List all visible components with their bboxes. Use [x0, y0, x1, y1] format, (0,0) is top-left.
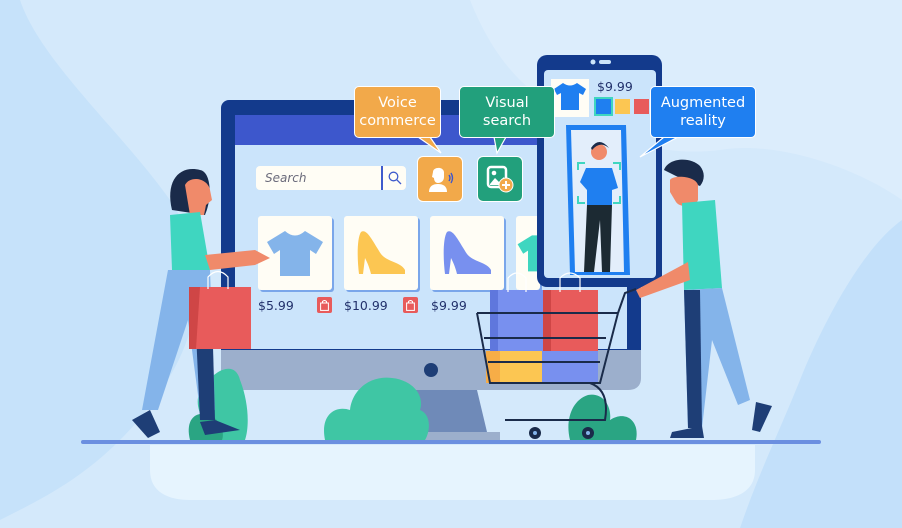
man-shoe	[752, 402, 772, 432]
man-face	[670, 176, 698, 207]
man-shopper	[636, 159, 772, 438]
illustration-scene: $5.99 $10.99 $9.99 $9.99	[0, 0, 902, 528]
man-arm	[636, 262, 690, 298]
man-leg-front	[684, 290, 702, 428]
man-shoe	[670, 426, 704, 438]
